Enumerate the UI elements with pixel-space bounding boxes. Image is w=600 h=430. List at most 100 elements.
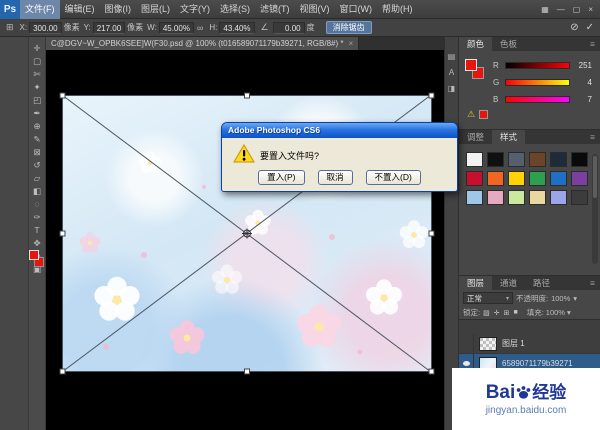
eyedropper-tool-icon[interactable]: ✒ [29,107,45,120]
pen-tool-icon[interactable]: ✑ [29,211,45,224]
menu-view[interactable]: 视图(V) [295,0,335,19]
green-value[interactable]: 4 [574,78,592,87]
dont-place-button[interactable]: 不置入(D) [365,170,421,185]
blue-value[interactable]: 7 [574,95,592,104]
style-swatch[interactable] [529,152,546,167]
blue-slider[interactable] [505,96,570,103]
scrollbar-thumb[interactable] [593,156,597,198]
menu-image[interactable]: 图像(I) [100,0,137,19]
green-slider[interactable] [505,79,570,86]
marquee-tool-icon[interactable]: ▢ [29,55,45,68]
tab-layers[interactable]: 图层 [459,276,493,290]
style-swatch[interactable] [571,190,588,205]
w-input[interactable]: 45.00% [158,21,194,34]
workspace-icon[interactable]: ▦ [537,5,553,14]
opacity-value[interactable]: 100% [551,294,570,303]
photoshop-logo[interactable]: Ps [0,0,20,19]
h-input[interactable]: 43.40% [219,21,255,34]
scrollbar[interactable] [592,154,598,264]
style-swatch[interactable] [466,190,483,205]
document-canvas[interactable] [46,50,444,430]
move-tool-icon[interactable]: ✛ [29,42,45,55]
type-tool-icon[interactable]: T [29,224,45,237]
style-swatch[interactable] [571,152,588,167]
tab-styles[interactable]: 样式 [492,130,526,144]
commit-transform-icon[interactable]: ✓ [586,22,594,33]
menu-help[interactable]: 帮助(H) [377,0,418,19]
gradient-tool-icon[interactable]: ◧ [29,185,45,198]
style-swatch[interactable] [550,171,567,186]
menu-type[interactable]: 文字(Y) [175,0,215,19]
style-swatch[interactable] [508,152,525,167]
menu-edit[interactable]: 编辑(E) [60,0,100,19]
style-swatch[interactable] [466,152,483,167]
lock-position-icon[interactable]: ⊞ [503,309,511,317]
gamut-color-swatch[interactable] [479,110,489,119]
fill-value[interactable]: 100% [546,308,565,317]
lasso-tool-icon[interactable]: ✄ [29,68,45,81]
lock-all-icon[interactable]: ■ [512,309,518,316]
collapsed-panel-icon[interactable]: ◨ [445,81,458,97]
crop-tool-icon[interactable]: ◰ [29,94,45,107]
cancel-transform-icon[interactable]: ⊘ [570,22,578,33]
lock-pixels-icon[interactable]: ✛ [493,309,501,317]
style-swatch[interactable] [487,190,504,205]
tab-channels[interactable]: 通道 [492,276,525,290]
clone-stamp-tool-icon[interactable]: ⊠ [29,146,45,159]
red-value[interactable]: 251 [574,61,592,70]
gamut-warning-icon[interactable]: ⚠ [467,109,475,120]
panel-menu-icon[interactable]: ≡ [585,130,600,144]
menu-select[interactable]: 选择(S) [215,0,255,19]
document-close-icon[interactable]: × [348,39,353,48]
lock-transparency-icon[interactable]: ▨ [482,309,491,317]
style-swatch[interactable] [529,171,546,186]
collapsed-panel-icon[interactable]: ▤ [445,49,458,65]
chevron-down-icon[interactable]: ▾ [573,294,577,303]
link-dimensions-icon[interactable]: ∞ [195,23,205,33]
style-swatch[interactable] [550,190,567,205]
tab-color[interactable]: 颜色 [459,37,493,51]
style-swatch[interactable] [571,171,588,186]
layer-name[interactable]: 图层 1 [502,338,525,349]
style-swatch[interactable] [487,171,504,186]
close-button[interactable]: × [584,5,597,14]
layer-thumbnail[interactable] [479,336,497,351]
y-input[interactable]: 217.00 [92,21,126,34]
cancel-button[interactable]: 取消 [317,170,353,185]
eraser-tool-icon[interactable]: ▱ [29,172,45,185]
panel-menu-icon[interactable]: ≡ [585,37,600,51]
style-swatch[interactable] [508,190,525,205]
blur-tool-icon[interactable]: ◌ [29,198,45,211]
chevron-down-icon[interactable]: ▾ [567,308,571,317]
layer-row[interactable]: 图层 1 [459,334,600,354]
visibility-toggle[interactable] [459,334,474,353]
hand-tool-icon[interactable]: ✥ [29,237,45,250]
document-tab[interactable]: C@DGV~W_OPBK6SEE]W(F30.psd @ 100% (t0165… [46,37,360,50]
menu-filter[interactable]: 滤镜(T) [255,0,295,19]
reference-point-icon[interactable]: ⊞ [4,22,16,33]
history-brush-tool-icon[interactable]: ↺ [29,159,45,172]
antialias-button[interactable]: 消除锯齿 [325,21,372,34]
panel-menu-icon[interactable]: ≡ [585,276,600,290]
layer-name[interactable]: 6589071179b39271 [502,359,573,368]
dialog-title[interactable]: Adobe Photoshop CS6 [222,123,457,138]
tab-swatches[interactable]: 色板 [492,37,525,51]
quick-selection-tool-icon[interactable]: ✦ [29,81,45,94]
menu-layer[interactable]: 图层(L) [136,0,175,19]
foreground-color-swatch[interactable] [29,250,39,260]
style-swatch[interactable] [529,190,546,205]
brush-tool-icon[interactable]: ✎ [29,133,45,146]
style-swatch[interactable] [508,171,525,186]
angle-input[interactable]: 0.00 [272,21,305,34]
style-swatch[interactable] [487,152,504,167]
style-swatch[interactable] [550,152,567,167]
restore-button[interactable]: ▢ [569,5,585,14]
tab-adjustments[interactable]: 调整 [459,130,492,144]
character-panel-icon[interactable]: A [445,65,458,81]
blend-mode-select[interactable]: 正常 ▾ [463,292,513,304]
red-slider[interactable] [505,62,570,69]
healing-brush-tool-icon[interactable]: ⊕ [29,120,45,133]
foreground-color-swatch[interactable] [465,59,477,71]
place-button[interactable]: 置入(P) [258,170,305,185]
minimize-button[interactable]: — [553,5,569,14]
